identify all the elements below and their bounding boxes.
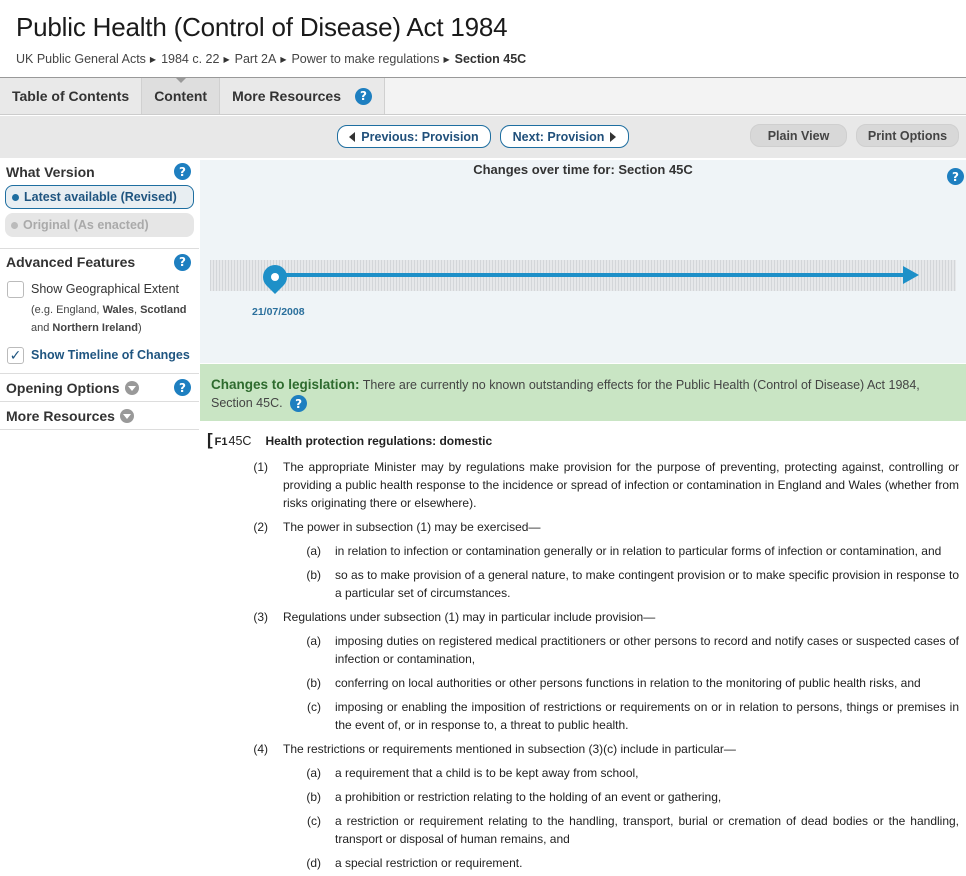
timeline-of-changes-option[interactable]: ✓ Show Timeline of Changes (0, 343, 199, 367)
advanced-features-heading: Advanced Features ? (0, 249, 199, 275)
section-heading: [ F1 45C Health protection regulations: … (207, 430, 959, 450)
geographical-extent-checkbox[interactable] (7, 280, 24, 298)
changes-label: Changes to legislation: (211, 377, 360, 392)
timeline-of-changes-checkbox[interactable]: ✓ (7, 346, 24, 364)
breadcrumb-arrow-icon: ▶ (443, 54, 450, 64)
section-title: Health protection regulations: domestic (265, 434, 493, 448)
sub-paragraph: (a) in relation to infection or contamin… (306, 544, 942, 558)
help-icon[interactable]: ? (174, 163, 191, 180)
breadcrumb: UK Public General Acts ▶ 1984 c. 22 ▶ Part… (16, 52, 526, 66)
help-icon[interactable]: ? (947, 168, 964, 185)
next-provision-button[interactable]: Next: Provision (500, 125, 629, 148)
footnote-ref-link[interactable]: F1 (215, 436, 228, 448)
help-icon[interactable]: ? (355, 87, 373, 105)
timeline-panel: Changes over time for: Section 45C ? 21/… (200, 160, 966, 363)
help-icon[interactable]: ? (174, 253, 191, 271)
breadcrumb-item[interactable]: UK Public General Acts (16, 52, 146, 66)
timeline-point-dot (271, 273, 279, 281)
sidebar: What Version ? Latest available (Revised… (0, 158, 199, 430)
chevron-down-icon (124, 380, 139, 395)
timeline-title: Changes over time for: Section 45C (473, 162, 693, 177)
sub-paragraph: (a) a requirement that a child is to be … (306, 766, 639, 780)
provision-toolbar: Previous: Provision Next: Provision Plai… (0, 116, 966, 158)
sub-paragraph: (d) a special restriction or requirement… (306, 856, 523, 870)
help-icon[interactable]: ? (290, 395, 308, 413)
print-options-button[interactable]: Print Options (856, 124, 959, 147)
geographical-extent-option[interactable]: Show Geographical Extent (0, 277, 199, 301)
breadcrumb-item[interactable]: Power to make regulations (291, 52, 439, 66)
what-version-heading: What Version ? (0, 158, 199, 185)
tab-more-resources[interactable]: More Resources ? (220, 78, 386, 114)
tab-content[interactable]: Content (142, 77, 221, 114)
arrow-left-icon (349, 131, 356, 142)
amendment-bracket: [ (207, 430, 213, 449)
original-version-button[interactable]: Original (As enacted) (5, 213, 194, 237)
breadcrumb-current: Section 45C (454, 52, 527, 66)
page-title: Public Health (Control of Disease) Act 1… (16, 12, 508, 42)
help-icon[interactable]: ? (174, 379, 191, 396)
timeline-date[interactable]: 21/07/2008 (252, 306, 305, 318)
paragraph: (3) Regulations under subsection (1) may… (253, 610, 656, 624)
breadcrumb-arrow-icon: ▶ (149, 54, 157, 64)
sub-paragraph: (b) conferring on local authorities or o… (306, 676, 921, 690)
section-content: [ F1 45C Health protection regulations: … (207, 430, 959, 872)
geographical-extent-note: (e.g. England, Wales, Scotland and North… (31, 304, 187, 334)
arrow-right-icon (610, 131, 617, 142)
unselected-dot-icon (11, 221, 18, 229)
breadcrumb-item[interactable]: 1984 c. 22 (161, 52, 219, 66)
sub-paragraph: (c) imposing or enabling the imposition … (307, 700, 959, 732)
chevron-down-icon (119, 408, 134, 423)
tab-label: More Resources (232, 88, 342, 104)
main-tabs: Table of Contents Content More Resources… (0, 77, 966, 115)
latest-version-button[interactable]: Latest available (Revised) (5, 185, 194, 209)
sub-paragraph: (c) a restriction or requirement relatin… (307, 814, 959, 846)
more-resources-toggle[interactable]: More Resources (0, 402, 199, 429)
plain-view-button[interactable]: Plain View (750, 124, 847, 147)
opening-options-toggle[interactable]: Opening Options ? (0, 374, 199, 401)
timeline-bar (275, 273, 905, 277)
paragraph: (2) The power in subsection (1) may be e… (253, 520, 541, 534)
timeline-arrow-icon (903, 266, 919, 284)
paragraph: (4) The restrictions or requirements men… (253, 742, 736, 756)
changes-to-legislation-banner: Changes to legislation: There are curren… (200, 364, 966, 421)
breadcrumb-item[interactable]: Part 2A (235, 52, 277, 66)
previous-provision-button[interactable]: Previous: Provision (337, 125, 491, 148)
breadcrumb-arrow-icon: ▶ (223, 54, 230, 64)
breadcrumb-arrow-icon: ▶ (280, 54, 287, 64)
tab-table-of-contents[interactable]: Table of Contents (0, 78, 143, 114)
paragraph: (1) The appropriate Minister may by regu… (253, 460, 959, 510)
sub-paragraph: (b) a prohibition or restriction relatin… (306, 790, 722, 804)
sub-paragraph: (b) so as to make provision of a general… (306, 568, 959, 600)
selected-dot-icon (12, 193, 19, 201)
sub-paragraph: (a) imposing duties on registered medica… (306, 634, 959, 666)
section-number: 45C (228, 434, 252, 448)
